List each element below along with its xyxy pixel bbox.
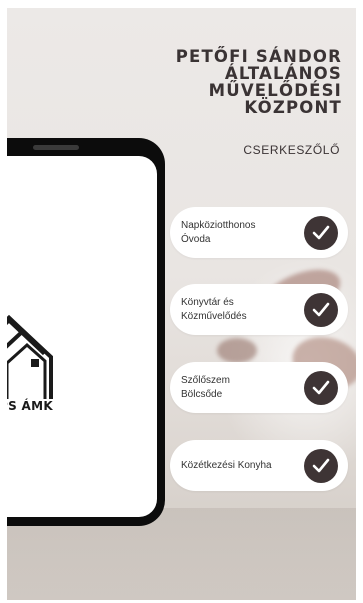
check-icon: [304, 448, 338, 483]
title-line: PETŐFI SÁNDOR: [175, 47, 342, 66]
page-title: PETŐFI SÁNDOR ÁLTALÁNOS MŰVELŐDÉSI KÖZPO…: [176, 48, 342, 116]
title-line: MŰVELŐDÉSI: [208, 81, 342, 100]
poster: PETŐFI SÁNDOR ÁLTALÁNOS MŰVELŐDÉSI KÖZPO…: [7, 8, 356, 600]
service-item: Napköziotthonos Óvoda: [170, 207, 348, 258]
logo-text: PS ÁMK: [7, 399, 53, 413]
location-subtitle: CSERKESZŐLŐ: [243, 143, 340, 157]
service-item: Közétkezési Konyha: [170, 440, 348, 491]
phone-screen: PS ÁMK: [7, 156, 157, 517]
service-item: Könyvtár és Közművelődés: [170, 284, 348, 335]
service-label: Szőlőszem Bölcsőde: [181, 374, 230, 400]
plant-decoration: [217, 338, 257, 363]
check-icon: [304, 370, 338, 405]
title-line: KÖZPONT: [244, 98, 342, 117]
phone-mockup: PS ÁMK: [7, 138, 165, 526]
house-icon: [7, 314, 53, 399]
service-label: Közétkezési Konyha: [181, 459, 272, 471]
check-icon: [304, 292, 338, 327]
title-line: ÁLTALÁNOS: [224, 64, 342, 83]
service-label: Napköziotthonos Óvoda: [181, 219, 256, 245]
service-item: Szőlőszem Bölcsőde: [170, 362, 348, 413]
check-icon: [304, 215, 338, 250]
phone-notch: [33, 145, 79, 150]
service-label: Könyvtár és Közművelődés: [181, 296, 247, 322]
